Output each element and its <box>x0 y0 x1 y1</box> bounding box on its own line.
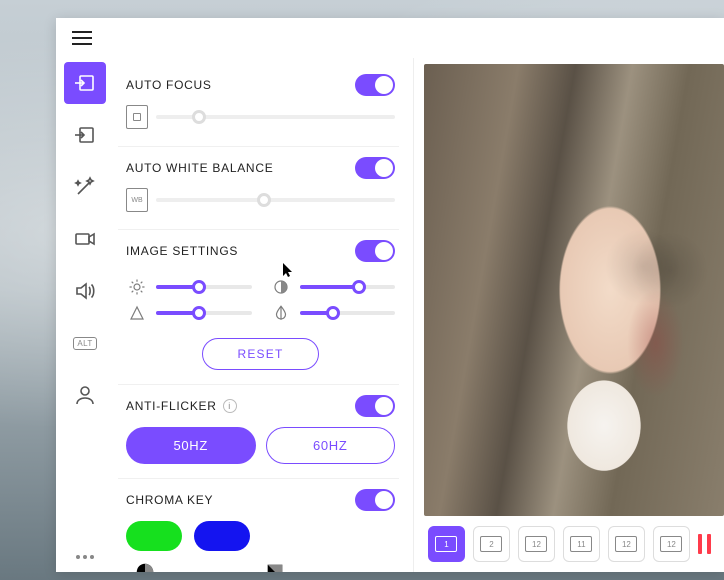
anti-flicker-toggle[interactable] <box>355 395 395 417</box>
nav-more[interactable] <box>64 542 106 572</box>
camera-icon <box>73 227 97 251</box>
pause-button[interactable] <box>698 534 720 554</box>
section-chroma-key: CHROMA KEY <box>118 479 399 572</box>
app-window: ALT AUTO FOCUS <box>56 18 724 572</box>
saturation-slider[interactable] <box>300 311 396 315</box>
anti-flicker-title: ANTI-FLICKER i <box>126 399 237 413</box>
hue-slider[interactable] <box>300 285 396 289</box>
contrast-triangle-icon <box>126 302 148 324</box>
contrast-slider[interactable] <box>156 311 252 315</box>
layout-option-3[interactable]: 12 <box>518 526 555 562</box>
flicker-option-60hz[interactable]: 60HZ <box>266 427 396 464</box>
section-autofocus: AUTO FOCUS <box>118 64 399 147</box>
nav-input-2[interactable] <box>64 114 106 156</box>
layout-option-6[interactable]: 12 <box>653 526 690 562</box>
chroma-swatch-blue[interactable] <box>194 521 250 551</box>
image-settings-toggle[interactable] <box>355 240 395 262</box>
image-settings-title: IMAGE SETTINGS <box>126 244 238 258</box>
awb-slider[interactable] <box>156 198 395 202</box>
nav-input-1[interactable] <box>64 62 106 104</box>
chroma-tolerance-icon <box>134 561 156 572</box>
layout-option-5[interactable]: 12 <box>608 526 645 562</box>
settings-panel: AUTO FOCUS AUTO WHITE BALANCE WB <box>114 58 414 572</box>
info-icon[interactable]: i <box>223 399 237 413</box>
top-bar <box>56 18 724 58</box>
layout-bar: 1 2 12 11 12 12 <box>424 516 724 572</box>
awb-title: AUTO WHITE BALANCE <box>126 161 273 175</box>
saturation-drop-icon <box>270 302 292 324</box>
alt-badge: ALT <box>73 337 96 350</box>
nav-alt[interactable]: ALT <box>64 322 106 364</box>
section-image-settings: IMAGE SETTINGS <box>118 230 399 385</box>
brightness-icon <box>126 276 148 298</box>
chroma-swatch-green[interactable] <box>126 521 182 551</box>
main-area: ALT AUTO FOCUS <box>56 58 724 572</box>
autofocus-toggle[interactable] <box>355 74 395 96</box>
nav-camera[interactable] <box>64 218 106 260</box>
reset-button[interactable]: RESET <box>202 338 318 370</box>
nav-effects[interactable] <box>64 166 106 208</box>
brightness-slider[interactable] <box>156 285 252 289</box>
menu-hamburger-icon[interactable] <box>72 31 92 45</box>
hue-icon <box>270 276 292 298</box>
layout-option-1[interactable]: 1 <box>428 526 465 562</box>
nav-profile[interactable] <box>64 374 106 416</box>
section-anti-flicker: ANTI-FLICKER i 50HZ 60HZ <box>118 385 399 479</box>
section-awb: AUTO WHITE BALANCE WB <box>118 147 399 230</box>
chroma-contrast-icon <box>264 561 286 572</box>
layout-option-4[interactable]: 11 <box>563 526 600 562</box>
autofocus-title: AUTO FOCUS <box>126 78 212 92</box>
chroma-key-title: CHROMA KEY <box>126 493 213 507</box>
left-nav: ALT <box>56 58 114 572</box>
wb-icon: WB <box>126 189 148 211</box>
nav-audio[interactable] <box>64 270 106 312</box>
preview-area: 1 2 12 11 12 12 <box>414 58 724 572</box>
video-preview <box>424 64 724 516</box>
magic-wand-icon <box>73 175 97 199</box>
more-icon <box>76 555 94 559</box>
speaker-icon <box>73 279 97 303</box>
layout-option-2[interactable]: 2 <box>473 526 510 562</box>
focus-frame-icon <box>126 106 148 128</box>
autofocus-slider[interactable] <box>156 115 395 119</box>
flicker-option-50hz[interactable]: 50HZ <box>126 427 256 464</box>
awb-toggle[interactable] <box>355 157 395 179</box>
chroma-key-toggle[interactable] <box>355 489 395 511</box>
person-icon <box>73 383 97 407</box>
